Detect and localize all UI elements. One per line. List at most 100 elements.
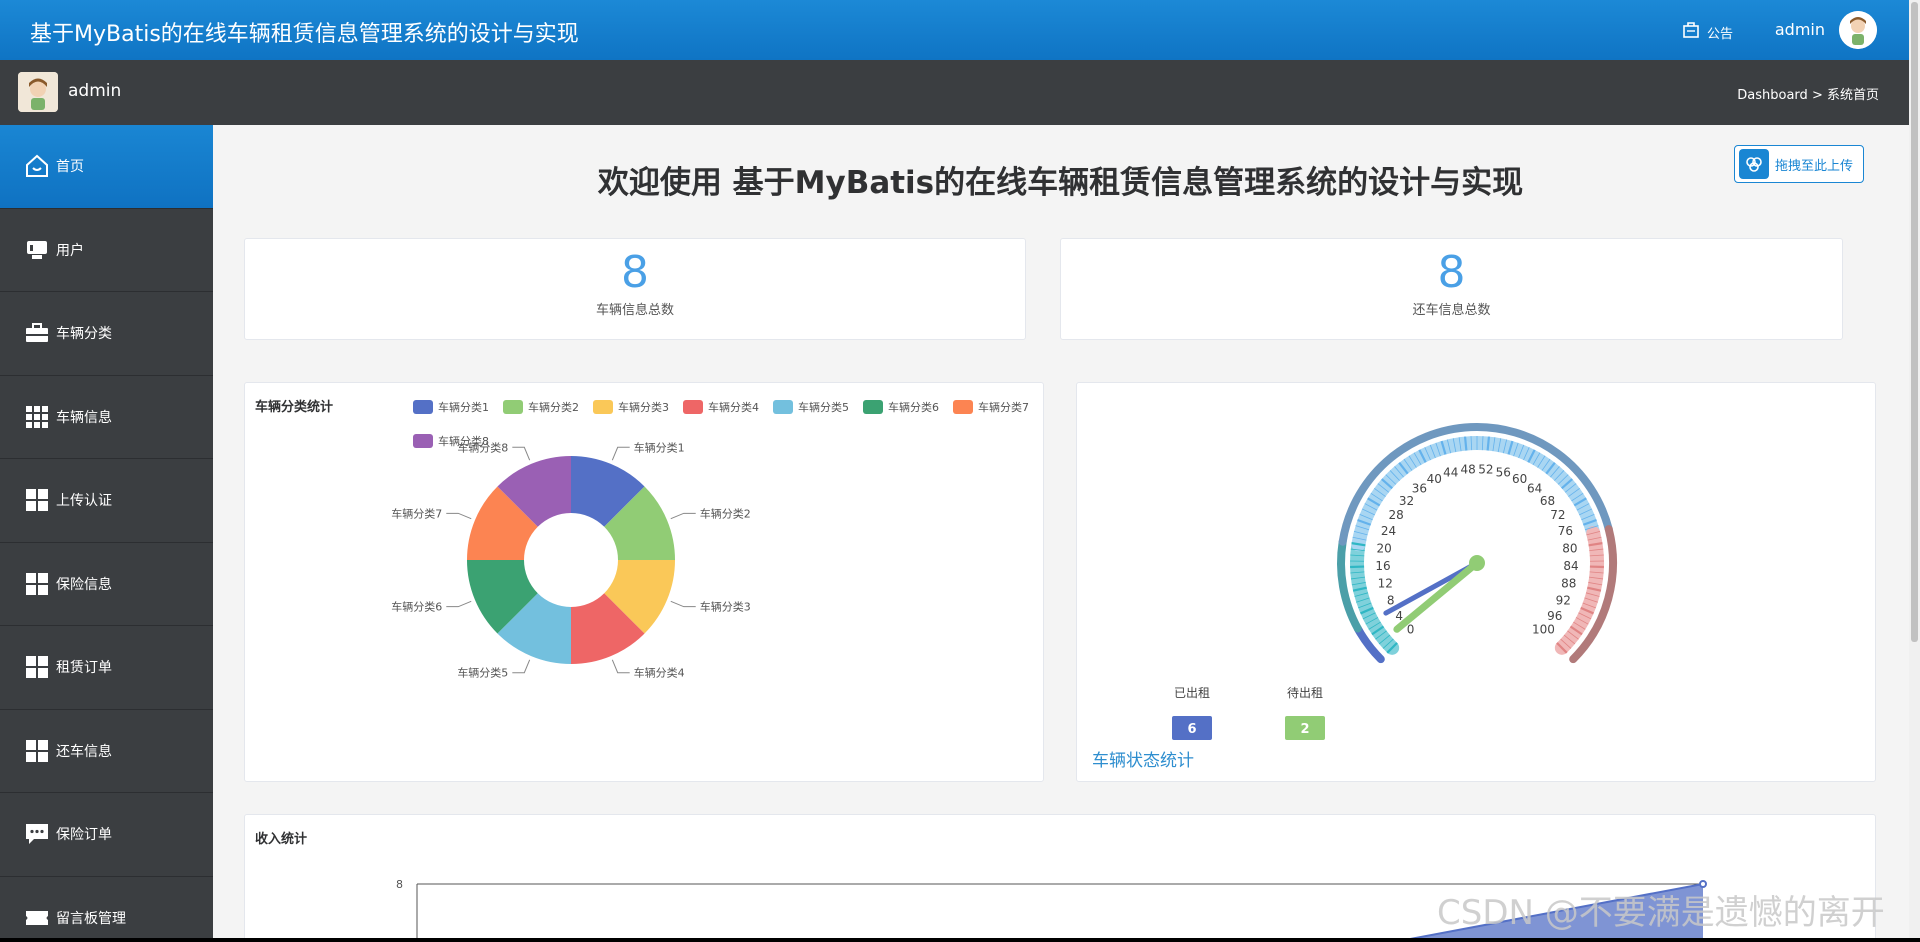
sidebar-item-return-info[interactable]: 还车信息 xyxy=(0,710,213,793)
gauge-tick-label: 56 xyxy=(1496,466,1511,480)
income-chart-card: 收入统计 8 xyxy=(244,814,1876,938)
gauge-tick-label: 32 xyxy=(1399,494,1414,508)
grid-icon xyxy=(24,404,50,430)
gauge-tick-label: 24 xyxy=(1381,524,1396,538)
pie-label: 车辆分类5 xyxy=(457,666,508,680)
legend-swatch xyxy=(683,400,703,414)
income-chart: 8 xyxy=(396,878,1707,938)
pie-label: 车辆分类8 xyxy=(457,440,508,454)
pie-leader-line xyxy=(611,446,630,461)
sidebar-item-rental-orders[interactable]: 租赁订单 xyxy=(0,626,213,710)
pie-label: 车辆分类2 xyxy=(700,506,751,520)
pie-chart: 车辆分类1 车辆分类2 车辆分类3 车辆分类4 车辆分类5 车辆分类6 车辆分类7 车辆分类8… xyxy=(391,400,1029,680)
gauge-tick-label: 80 xyxy=(1562,541,1577,555)
gauge-chart-card: 0 4 8 12 16 20 24 28 32 36 40 44 48 52 56 60 64 68 72 76 80 8… xyxy=(1076,382,1876,782)
income-point xyxy=(1699,880,1707,888)
sidebar-item-insurance-info[interactable]: 保险信息 xyxy=(0,543,213,626)
gauge-tick-label: 84 xyxy=(1563,559,1578,573)
pie-leader-line xyxy=(670,512,696,520)
gauge-tick-label: 100 xyxy=(1532,622,1555,636)
grid-icon xyxy=(24,654,50,680)
app-title: 基于MyBatis的在线车辆租赁信息管理系统的设计与实现 xyxy=(30,22,579,47)
header-avatar[interactable] xyxy=(1839,11,1877,49)
gauge-tick-label: 8 xyxy=(1387,593,1395,607)
pie-leader-line xyxy=(512,446,531,461)
gauge-tick-label: 36 xyxy=(1412,482,1427,496)
legend-label: 车辆分类1 xyxy=(438,400,489,414)
gauge-series-name: 待出租 xyxy=(1287,686,1323,700)
legend-label: 车辆分类7 xyxy=(978,400,1029,414)
sidebar-item-label: 留言板管理 xyxy=(56,910,126,927)
notice-icon xyxy=(1681,20,1701,44)
legend-swatch xyxy=(413,400,433,414)
sidebar-item-upload-auth[interactable]: 上传认证 xyxy=(0,459,213,543)
gauge-tick-label: 68 xyxy=(1540,494,1555,508)
gauge-pointer xyxy=(1393,559,1481,633)
gauge-tick-label: 76 xyxy=(1558,524,1573,538)
gauge-tick-label: 40 xyxy=(1427,472,1442,486)
stat-value: 8 xyxy=(621,247,649,298)
main-content: 欢迎使用 基于MyBatis的在线车辆租赁信息管理系统的设计与实现 拖拽至此上传… xyxy=(213,125,1909,938)
briefcase-icon xyxy=(24,320,50,346)
income-area xyxy=(1415,884,1703,938)
pie-label: 车辆分类1 xyxy=(634,440,685,454)
stat-card-returns: 8 还车信息总数 xyxy=(1060,238,1843,340)
breadcrumb-current: 系统首页 xyxy=(1826,88,1879,103)
sidebar-item-message-board[interactable]: 留言板管理 xyxy=(0,877,213,939)
sub-header: admin Dashboard > 系统首页 xyxy=(0,60,1909,125)
stat-card-vehicles: 8 车辆信息总数 xyxy=(244,238,1026,340)
pie-chart-card: 车辆分类统计 车辆分类1 车辆分类2 车辆分类3 车辆分类4 车辆分类5 车辆分类6 车辆分… xyxy=(244,382,1044,782)
upload-button[interactable]: 拖拽至此上传 xyxy=(1734,145,1864,183)
sidebar-item-vehicle-info[interactable]: 车辆信息 xyxy=(0,376,213,459)
scrollbar[interactable] xyxy=(1909,0,1920,938)
sidebar-item-label: 保险订单 xyxy=(56,827,112,844)
sidebar-item-users[interactable]: 用户 xyxy=(0,209,213,292)
gauge-center xyxy=(1469,555,1485,571)
legend-label: 车辆分类2 xyxy=(528,400,579,414)
pie-leader-line xyxy=(512,659,531,674)
welcome-title: 欢迎使用 基于MyBatis的在线车辆租赁信息管理系统的设计与实现 xyxy=(597,165,1524,201)
gauge-tick-label: 88 xyxy=(1561,577,1576,591)
pie-leader-line xyxy=(446,512,472,520)
sidebar-item-insurance-orders[interactable]: 保险订单 xyxy=(0,793,213,877)
sidebar-item-label: 用户 xyxy=(56,242,84,259)
gauge-tick-label: 60 xyxy=(1512,472,1527,486)
gauge-tick-label: 72 xyxy=(1550,508,1565,522)
grid-icon xyxy=(24,738,50,764)
sidebar-item-label: 还车信息 xyxy=(56,743,112,760)
scrollbar-thumb[interactable] xyxy=(1911,2,1918,642)
legend-label: 车辆分类5 xyxy=(798,400,849,414)
monitor-icon xyxy=(24,237,50,263)
gauge-series-value: 6 xyxy=(1187,722,1196,737)
pie-label: 车辆分类3 xyxy=(700,600,751,614)
gauge-tick-label: 92 xyxy=(1556,593,1571,607)
home-icon xyxy=(24,153,50,179)
breadcrumb-separator: > xyxy=(1811,88,1823,103)
notice-link[interactable]: 公告 xyxy=(1681,20,1733,44)
gauge-tick-label: 48 xyxy=(1461,462,1476,476)
stat-label: 还车信息总数 xyxy=(1412,303,1491,318)
sidebar-item-vehicle-category[interactable]: 车辆分类 xyxy=(0,292,213,376)
ticket-icon xyxy=(24,905,50,931)
legend-label: 车辆分类6 xyxy=(888,400,939,414)
gauge-tick-label: 96 xyxy=(1547,609,1562,623)
breadcrumb-dashboard[interactable]: Dashboard xyxy=(1737,88,1808,103)
header-username[interactable]: admin xyxy=(1775,20,1825,39)
legend-label: 车辆分类3 xyxy=(618,400,669,414)
gauge-tick-label: 12 xyxy=(1378,577,1393,591)
pie-label: 车辆分类6 xyxy=(391,600,442,614)
gauge-tick-label: 20 xyxy=(1377,541,1392,555)
legend-swatch xyxy=(503,400,523,414)
sidebar-item-label: 租赁订单 xyxy=(56,660,112,677)
sidebar-item-label: 上传认证 xyxy=(56,493,112,510)
sidebar-item-label: 车辆分类 xyxy=(56,326,112,343)
pie-label: 车辆分类4 xyxy=(634,666,685,680)
stat-value: 8 xyxy=(1437,247,1466,298)
pie-leader-line xyxy=(611,659,630,674)
notice-label: 公告 xyxy=(1706,26,1733,42)
legend-swatch xyxy=(593,400,613,414)
sidebar: 首页 用户 车辆分类 车辆信息 上传认证 保险信息 租赁订单 还车信息 保险订单… xyxy=(0,125,213,938)
sidebar-item-home[interactable]: 首页 xyxy=(0,125,213,209)
gauge-series-value: 2 xyxy=(1300,722,1309,737)
cloud-upload-icon xyxy=(1739,149,1769,179)
